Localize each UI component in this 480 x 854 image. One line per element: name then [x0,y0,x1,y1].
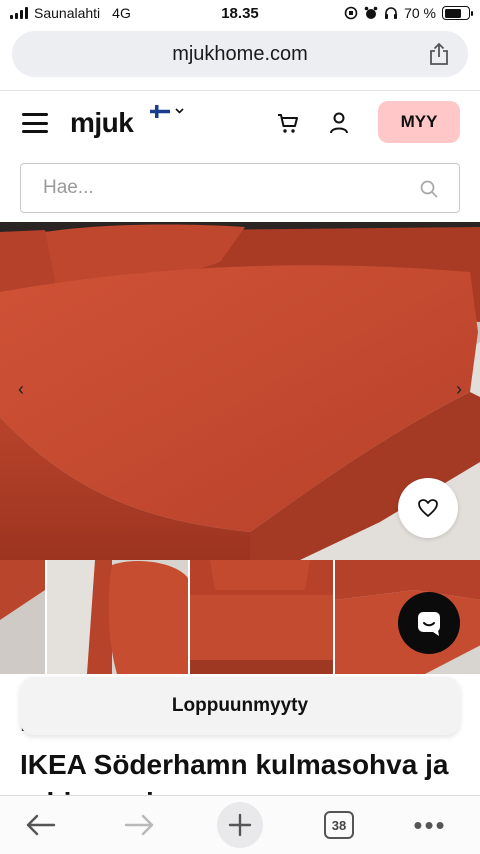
plus-icon [228,813,252,837]
battery-icon [442,6,473,20]
search-box[interactable] [20,163,460,213]
browser-toolbar: 38 ••• [0,795,480,854]
sell-button[interactable]: MYY [378,101,460,143]
chat-button[interactable] [398,592,460,654]
heart-icon [418,499,438,517]
more-icon[interactable]: ••• [410,804,450,846]
thumbnail[interactable] [0,560,45,674]
product-image[interactable]: ‹ › [0,222,480,560]
address-bar[interactable]: mjukhome.com [12,31,468,77]
cart-icon[interactable] [276,111,300,135]
sold-out-banner: Loppuunmyyty [20,677,460,735]
finland-flag-icon[interactable] [150,105,170,118]
forward-arrow-icon [124,814,154,836]
status-left: Saunalahti 4G [10,5,131,21]
chevron-down-icon[interactable] [174,105,185,116]
hamburger-icon[interactable] [22,113,48,133]
site-logo[interactable]: mjuk [70,107,134,139]
back-button[interactable] [18,804,62,846]
screen: Saunalahti 4G 18.35 70 % mjukhome.com mj… [0,0,480,854]
alarm-icon [364,6,378,19]
battery-label: 70 % [404,5,436,21]
status-right: 70 % [344,5,473,21]
next-image-button[interactable]: › [452,379,466,399]
favorite-button[interactable] [398,478,458,538]
network-label: 4G [112,5,131,21]
chat-icon [418,612,440,636]
user-icon[interactable] [328,111,350,135]
thumbnail[interactable] [46,560,189,674]
url-text: mjukhome.com [172,42,308,65]
tabs-count: 38 [324,811,354,839]
tabs-button[interactable]: 38 [322,804,356,846]
search-icon[interactable] [419,179,439,199]
previous-image-button[interactable]: ‹ [14,379,28,399]
search-input[interactable] [43,177,403,199]
site-header: mjuk MYY [0,90,480,156]
back-arrow-icon [26,814,56,836]
status-bar: Saunalahti 4G 18.35 70 % [0,0,480,26]
carrier-label: Saunalahti [34,5,101,21]
thumbnail[interactable] [190,560,333,674]
forward-button[interactable] [118,804,162,846]
headphones-icon [385,7,398,19]
new-tab-button[interactable] [217,802,263,848]
orientation-lock-icon [344,6,358,20]
signal-icon [10,7,28,19]
share-icon[interactable] [428,42,450,66]
